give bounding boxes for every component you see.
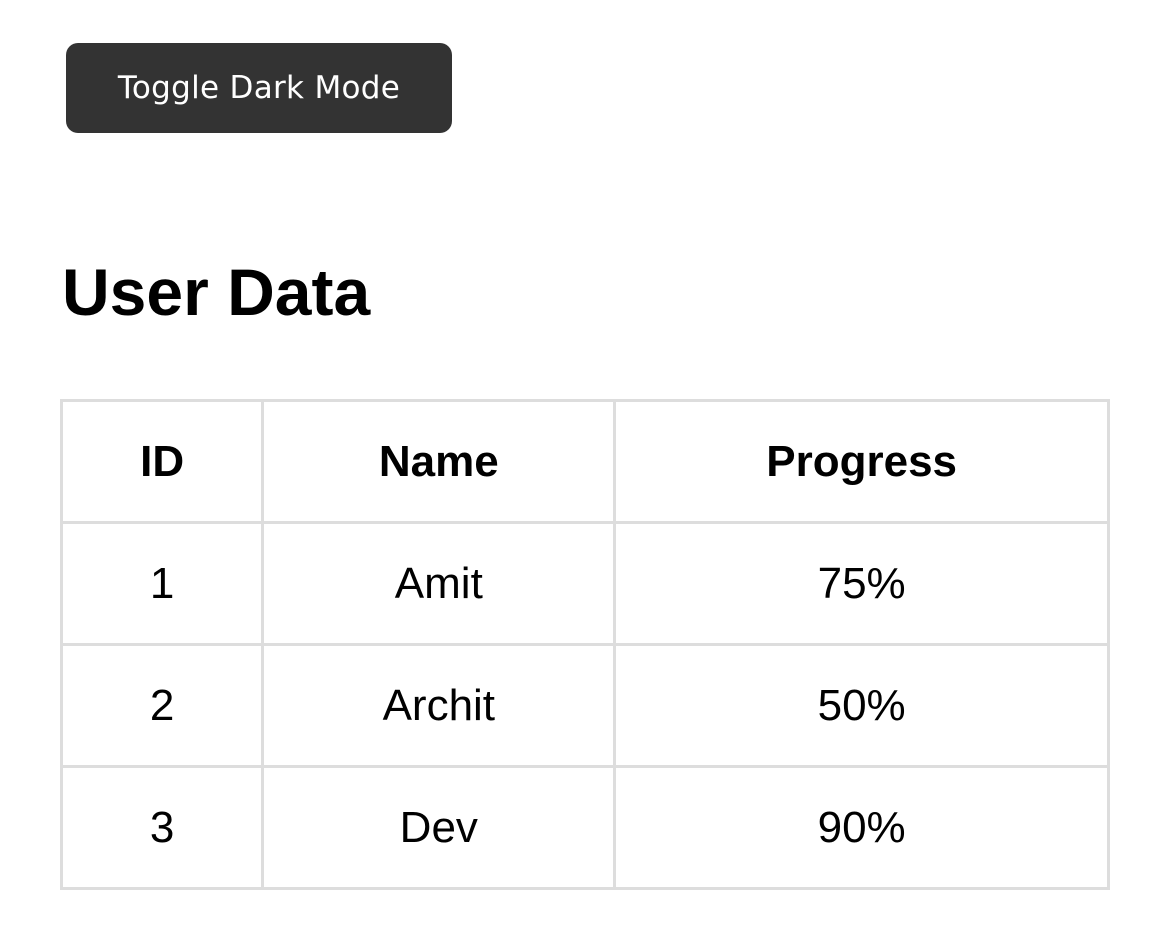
cell-progress: 50%: [613, 643, 1110, 768]
cell-progress: 75%: [613, 521, 1110, 646]
column-header-name: Name: [261, 399, 617, 524]
page-title: User Data: [62, 255, 371, 329]
cell-id: 1: [59, 521, 265, 646]
cell-name: Amit: [261, 521, 617, 646]
table-header-row: ID Name Progress: [59, 399, 1110, 524]
cell-progress: 90%: [613, 765, 1110, 890]
column-header-progress: Progress: [613, 399, 1110, 524]
user-data-table: ID Name Progress 1 Amit 75% 2 Archit 50%…: [59, 399, 1110, 890]
toggle-dark-mode-button[interactable]: Toggle Dark Mode: [66, 43, 452, 133]
column-header-id: ID: [59, 399, 265, 524]
cell-id: 3: [59, 765, 265, 890]
cell-name: Dev: [261, 765, 617, 890]
table-row: 2 Archit 50%: [59, 643, 1110, 768]
cell-id: 2: [59, 643, 265, 768]
table-row: 3 Dev 90%: [59, 765, 1110, 890]
table-row: 1 Amit 75%: [59, 521, 1110, 646]
cell-name: Archit: [261, 643, 617, 768]
